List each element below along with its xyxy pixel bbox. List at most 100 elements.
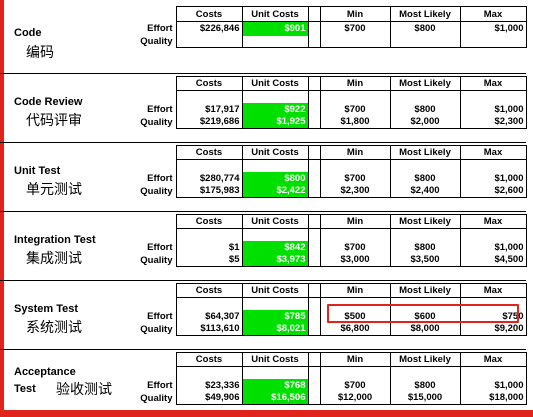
phase-block-code-review: Code Review 代码评审 Costs Unit Costs Min Mo… — [8, 76, 527, 133]
phase-name: Unit Test — [14, 165, 61, 177]
row-label-quality: Quality — [140, 254, 173, 266]
row-label-effort: Effort — [147, 103, 173, 115]
quality-most-likely[interactable]: $3,500 — [389, 253, 460, 267]
effort-costs[interactable]: $1 — [175, 240, 242, 254]
quality-unit-costs[interactable]: $1,925 — [241, 115, 308, 129]
effort-most-likely[interactable]: $800 — [389, 378, 460, 392]
effort-min[interactable]: $700 — [319, 21, 390, 36]
row-label-effort: Effort — [147, 172, 173, 184]
quality-costs[interactable] — [175, 35, 242, 48]
effort-min[interactable]: $700 — [319, 240, 390, 254]
effort-costs[interactable]: $23,336 — [175, 378, 242, 392]
quality-min[interactable]: $2,300 — [319, 184, 390, 198]
phase-name-zh: 验收测试 — [56, 382, 112, 398]
quality-max[interactable]: $18,000 — [459, 391, 527, 405]
effort-min[interactable]: $700 — [319, 378, 390, 392]
effort-min[interactable]: $700 — [319, 171, 390, 185]
header-costs: Costs — [175, 6, 242, 22]
quality-costs[interactable]: $219,686 — [175, 115, 242, 129]
quality-most-likely[interactable]: $15,000 — [389, 391, 460, 405]
block-divider — [0, 280, 526, 281]
row-label-quality: Quality — [140, 185, 173, 197]
header-costs: Costs — [175, 352, 242, 367]
effort-max[interactable]: $1,000 — [459, 240, 527, 254]
header-min: Min — [319, 6, 390, 22]
effort-unit-costs[interactable]: $842 — [241, 240, 308, 254]
block-divider — [0, 142, 526, 143]
header-costs: Costs — [175, 145, 242, 160]
header-min: Min — [319, 352, 390, 367]
header-max: Max — [459, 214, 527, 229]
effort-most-likely[interactable]: $800 — [389, 21, 460, 36]
header-unit-costs: Unit Costs — [241, 214, 308, 229]
effort-most-likely[interactable]: $800 — [389, 171, 460, 185]
phase-name: Integration Test — [14, 234, 96, 246]
effort-costs[interactable]: $226,846 — [175, 21, 242, 36]
header-min: Min — [319, 283, 390, 298]
header-min: Min — [319, 214, 390, 229]
effort-max[interactable]: $1,000 — [459, 102, 527, 116]
quality-min[interactable]: $6,800 — [319, 322, 390, 336]
quality-most-likely[interactable]: $2,000 — [389, 115, 460, 129]
quality-most-likely[interactable] — [389, 35, 460, 48]
phase-block-integration-test: Integration Test 集成测试 Costs Unit Costs M… — [8, 214, 527, 271]
phase-name-zh: 单元测试 — [26, 182, 82, 198]
effort-max[interactable]: $1,000 — [459, 378, 527, 392]
quality-max[interactable] — [459, 35, 527, 48]
quality-costs[interactable]: $49,906 — [175, 391, 242, 405]
row-label-effort: Effort — [147, 310, 173, 322]
row-label-quality: Quality — [140, 392, 173, 404]
quality-max[interactable]: $2,600 — [459, 184, 527, 198]
phase-block-acceptance-test: Acceptance Test 验收测试 Costs Unit Costs Mi… — [8, 352, 527, 409]
phase-name-zh: 系统测试 — [26, 320, 82, 336]
quality-costs[interactable]: $175,983 — [175, 184, 242, 198]
quality-max[interactable]: $9,200 — [459, 322, 527, 336]
phase-name: Code — [14, 27, 42, 39]
row-label-effort: Effort — [147, 241, 173, 253]
header-costs: Costs — [175, 76, 242, 91]
highlight-box — [327, 304, 519, 323]
effort-unit-costs[interactable]: $800 — [241, 171, 308, 185]
quality-costs[interactable]: $113,610 — [175, 322, 242, 336]
quality-min[interactable] — [319, 35, 390, 48]
header-max: Max — [459, 76, 527, 91]
header-most-likely: Most Likely — [389, 6, 460, 22]
quality-min[interactable]: $1,800 — [319, 115, 390, 129]
quality-unit-costs[interactable]: $3,973 — [241, 253, 308, 267]
effort-costs[interactable]: $17,917 — [175, 102, 242, 116]
phase-name: System Test — [14, 303, 78, 315]
header-min: Min — [319, 145, 390, 160]
row-label-quality: Quality — [140, 116, 173, 128]
cost-table: Costs Unit Costs Min Most Likely Max Eff… — [8, 6, 527, 64]
phase-block-code: Code 编码 Costs Unit Costs Min Most Likely… — [8, 6, 527, 64]
quality-max[interactable]: $2,300 — [459, 115, 527, 129]
effort-unit-costs[interactable]: $922 — [241, 102, 308, 116]
quality-most-likely[interactable]: $8,000 — [389, 322, 460, 336]
effort-max[interactable]: $1,000 — [459, 21, 527, 36]
quality-costs[interactable]: $5 — [175, 253, 242, 267]
quality-most-likely[interactable]: $2,400 — [389, 184, 460, 198]
red-frame-bottom — [0, 410, 533, 417]
quality-unit-costs[interactable]: $16,506 — [241, 391, 308, 405]
effort-most-likely[interactable]: $800 — [389, 102, 460, 116]
effort-costs[interactable]: $64,307 — [175, 309, 242, 323]
effort-costs[interactable]: $280,774 — [175, 171, 242, 185]
header-unit-costs: Unit Costs — [241, 352, 308, 367]
quality-unit-costs[interactable]: $8,021 — [241, 322, 308, 336]
header-most-likely: Most Likely — [389, 352, 460, 367]
quality-max[interactable]: $4,500 — [459, 253, 527, 267]
effort-unit-costs[interactable]: $768 — [241, 378, 308, 392]
header-max: Max — [459, 352, 527, 367]
header-costs: Costs — [175, 283, 242, 298]
effort-max[interactable]: $1,000 — [459, 171, 527, 185]
quality-unit-costs[interactable] — [241, 35, 308, 48]
effort-unit-costs[interactable]: $785 — [241, 309, 308, 323]
header-unit-costs: Unit Costs — [241, 283, 308, 298]
block-divider — [0, 73, 526, 74]
effort-most-likely[interactable]: $800 — [389, 240, 460, 254]
effort-unit-costs[interactable]: $901 — [241, 21, 308, 36]
quality-min[interactable]: $3,000 — [319, 253, 390, 267]
quality-min[interactable]: $12,000 — [319, 391, 390, 405]
effort-min[interactable]: $700 — [319, 102, 390, 116]
quality-unit-costs[interactable]: $2,422 — [241, 184, 308, 198]
